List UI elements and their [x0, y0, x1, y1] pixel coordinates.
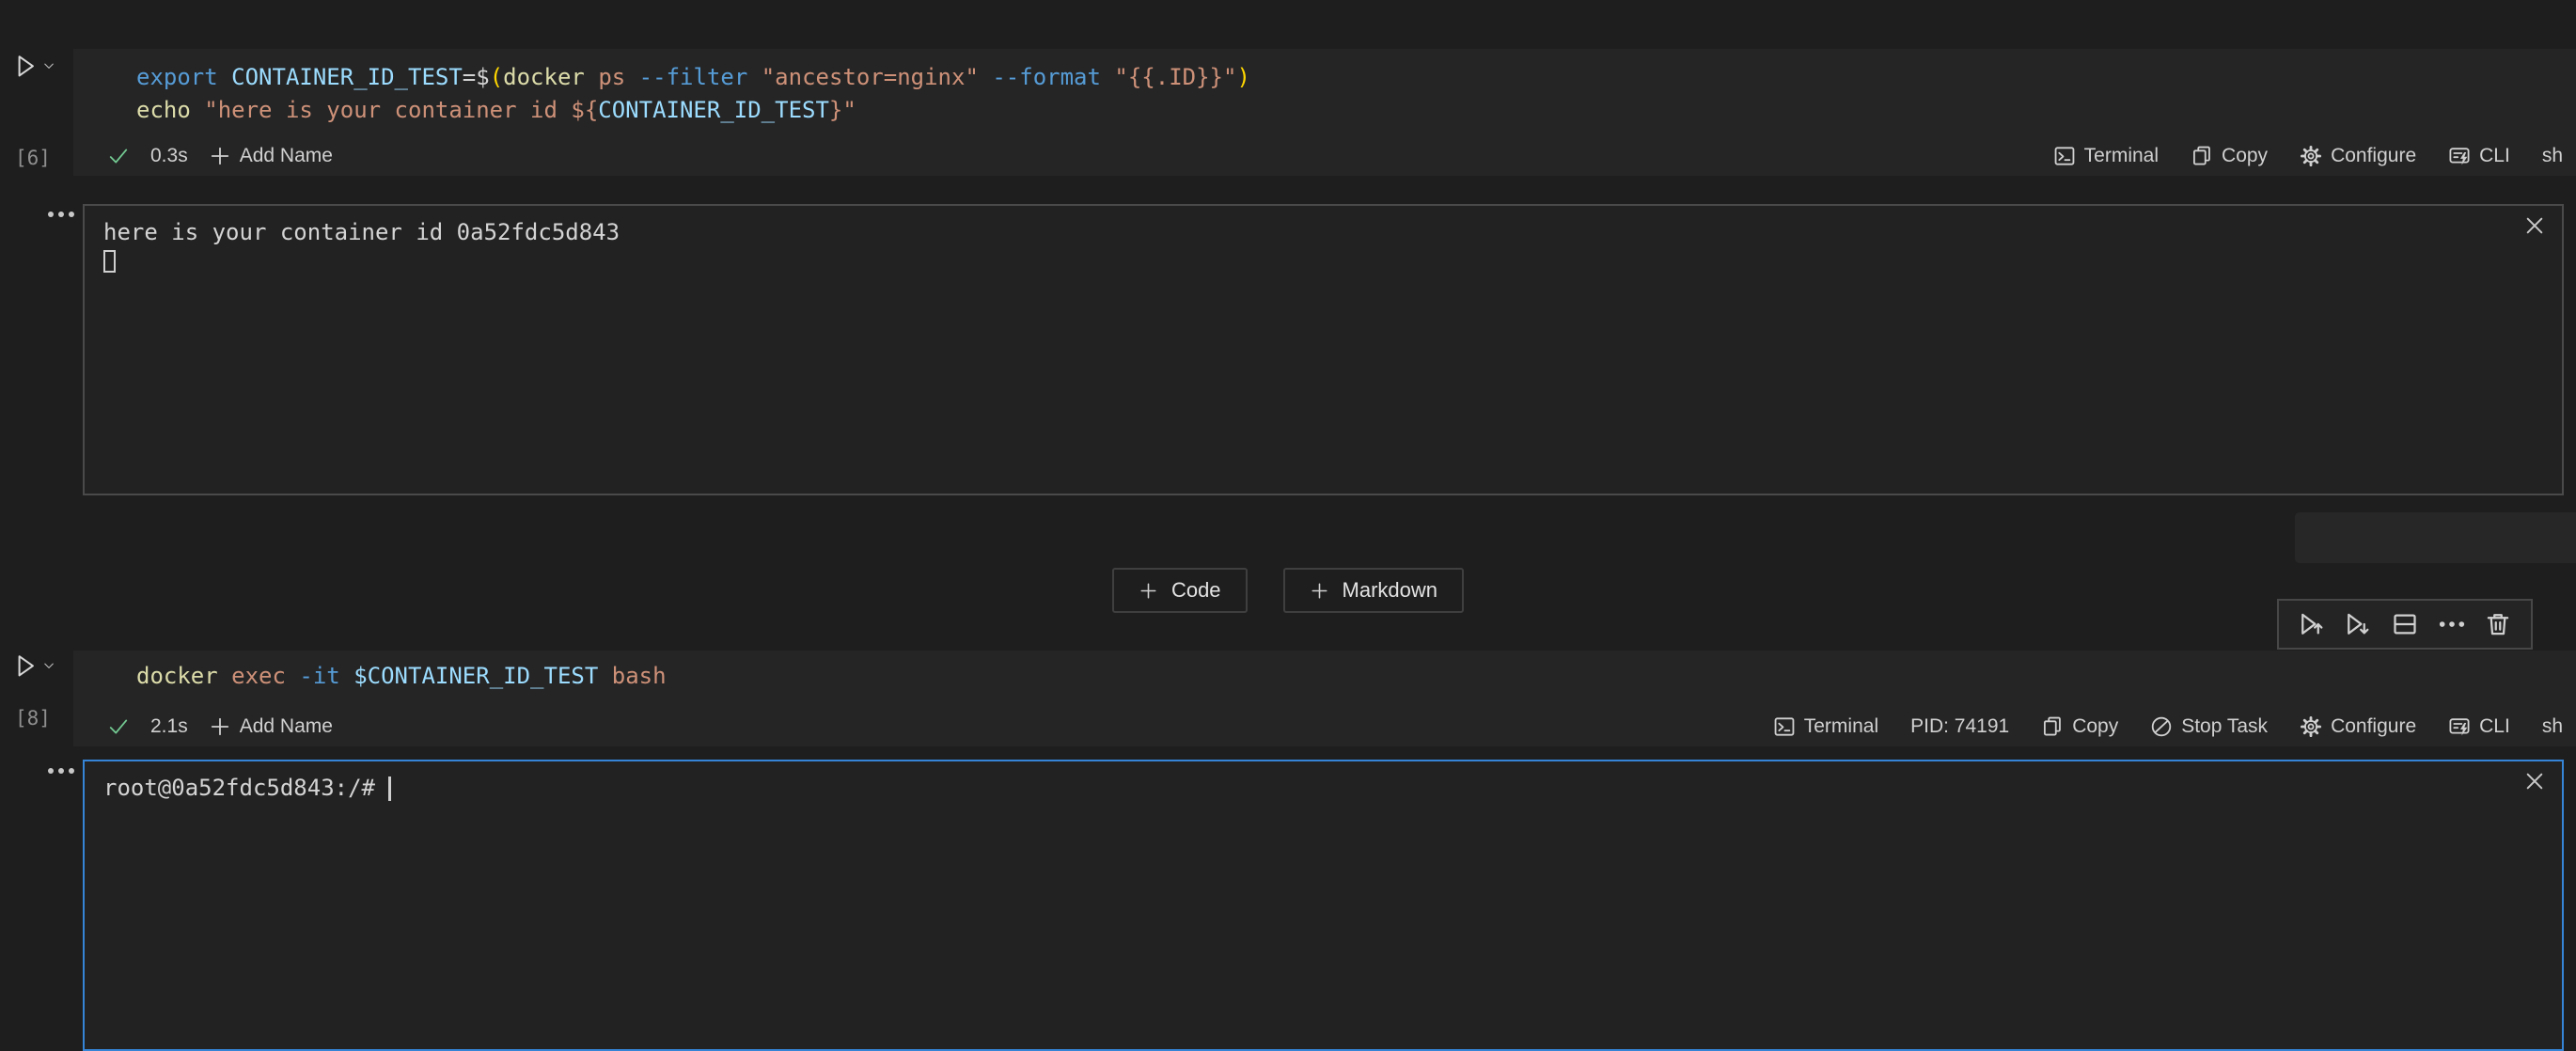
- run-cell-button[interactable]: [12, 53, 56, 78]
- cell-status-bar: 0.3s Add Name Terminal Copy Configure CLI s…: [73, 136, 2576, 176]
- copy-action[interactable]: Copy: [2041, 715, 2118, 738]
- insert-cell-bar: Code Markdown: [0, 568, 2576, 613]
- add-code-label: Code: [1171, 578, 1221, 603]
- terminal-output[interactable]: here is your container id 0a52fdc5d843: [83, 204, 2564, 495]
- success-check-icon: [107, 145, 130, 167]
- add-code-cell-button[interactable]: Code: [1112, 568, 1248, 613]
- terminal-icon: [1773, 715, 1796, 738]
- chevron-down-icon[interactable]: [42, 659, 56, 673]
- notebook-editor: { "colors": { "page_bg": "#1e1e1e", "cel…: [0, 0, 2576, 1045]
- add-name-label: Add Name: [240, 715, 333, 738]
- cell-status-bar: 2.1s Add Name Terminal PID: 74191 Copy Stop…: [73, 707, 2576, 746]
- execution-duration: 0.3s: [150, 145, 188, 167]
- terminal-action[interactable]: Terminal: [2053, 145, 2159, 167]
- plus-icon: [1310, 581, 1329, 601]
- copy-icon: [2191, 145, 2213, 167]
- gear-icon: [2300, 715, 2322, 738]
- execution-count: [8]: [15, 707, 51, 729]
- play-icon[interactable]: [12, 53, 38, 78]
- add-markdown-label: Markdown: [1343, 578, 1437, 603]
- add-name-button[interactable]: Add Name: [209, 145, 333, 167]
- terminal-icon: [2053, 145, 2076, 167]
- terminal-action[interactable]: Terminal: [1773, 715, 1878, 738]
- cli-action[interactable]: CLI: [2448, 715, 2510, 738]
- action-label: Copy: [2072, 715, 2118, 738]
- action-label: Configure: [2331, 145, 2416, 167]
- close-icon[interactable]: [2522, 769, 2547, 793]
- stop-task-action[interactable]: Stop Task: [2150, 715, 2268, 738]
- ellipsis-icon[interactable]: [2438, 610, 2466, 638]
- play-icon[interactable]: [12, 652, 38, 678]
- terminal-output-focused[interactable]: root@0a52fdc5d843:/#: [83, 760, 2564, 1051]
- action-label: PID: 74191: [1910, 715, 2009, 738]
- action-label: Terminal: [2084, 145, 2159, 167]
- cell-status-actions: Terminal Copy Configure CLI sh: [2053, 145, 2563, 167]
- hover-highlight: [2295, 512, 2576, 563]
- code-cell: export CONTAINER_ID_TEST=$(docker ps --f…: [73, 49, 2576, 176]
- code-editor[interactable]: docker exec -it $CONTAINER_ID_TEST bash: [73, 651, 2576, 707]
- split-cell-icon[interactable]: [2391, 610, 2419, 638]
- cell-status-left: 0.3s Add Name: [107, 145, 333, 167]
- add-name-button[interactable]: Add Name: [209, 715, 333, 738]
- run-cell-button[interactable]: [12, 652, 56, 678]
- cli-icon: [2448, 715, 2471, 738]
- cli-icon: [2448, 145, 2471, 167]
- plus-icon: [1139, 581, 1158, 601]
- close-icon[interactable]: [2522, 213, 2547, 238]
- stop-icon: [2150, 715, 2173, 738]
- code-line: docker exec -it $CONTAINER_ID_TEST bash: [136, 660, 2576, 693]
- action-label: Copy: [2222, 145, 2268, 167]
- code-editor[interactable]: export CONTAINER_ID_TEST=$(docker ps --f…: [73, 49, 2576, 136]
- action-label: CLI: [2479, 715, 2510, 738]
- configure-action[interactable]: Configure: [2300, 145, 2416, 167]
- cli-action[interactable]: CLI: [2448, 145, 2510, 167]
- code-line: export CONTAINER_ID_TEST=$(docker ps --f…: [136, 61, 2576, 94]
- terminal-output-text: here is your container id 0a52fdc5d843: [103, 218, 2543, 247]
- chevron-down-icon[interactable]: [42, 59, 56, 73]
- terminal-cursor: [103, 250, 116, 273]
- action-label: Stop Task: [2181, 715, 2268, 738]
- copy-icon: [2041, 715, 2064, 738]
- plus-icon: [209, 715, 231, 738]
- add-name-label: Add Name: [240, 145, 333, 167]
- gear-icon: [2300, 145, 2322, 167]
- plus-icon: [209, 145, 231, 167]
- copy-action[interactable]: Copy: [2191, 145, 2268, 167]
- action-label: CLI: [2479, 145, 2510, 167]
- configure-action[interactable]: Configure: [2300, 715, 2416, 738]
- shell-language-label[interactable]: sh: [2542, 715, 2563, 738]
- action-label: Terminal: [1804, 715, 1878, 738]
- terminal-output-text: root@0a52fdc5d843:/#: [103, 775, 388, 801]
- cell-toolbar: [2277, 599, 2533, 650]
- action-label: Configure: [2331, 715, 2416, 738]
- cell-status-left: 2.1s Add Name: [107, 715, 333, 738]
- pid-74191-action[interactable]: PID: 74191: [1910, 715, 2009, 738]
- shell-language-label[interactable]: sh: [2542, 145, 2563, 167]
- terminal-prompt-line: root@0a52fdc5d843:/#: [103, 774, 2543, 803]
- run-below-icon[interactable]: [2344, 610, 2372, 638]
- terminal-cursor: [388, 776, 391, 801]
- cell-status-actions: Terminal PID: 74191 Copy Stop Task Configure…: [1773, 715, 2563, 738]
- execution-count: [6]: [15, 147, 51, 169]
- code-line: echo "here is your container id ${CONTAI…: [136, 94, 2576, 127]
- output-menu-ellipsis[interactable]: [45, 765, 77, 776]
- execution-duration: 2.1s: [150, 715, 188, 738]
- success-check-icon: [107, 715, 130, 738]
- add-markdown-cell-button[interactable]: Markdown: [1283, 568, 1464, 613]
- trash-icon[interactable]: [2484, 610, 2512, 638]
- code-cell: docker exec -it $CONTAINER_ID_TEST bash …: [73, 651, 2576, 746]
- run-above-icon[interactable]: [2298, 610, 2326, 638]
- output-menu-ellipsis[interactable]: [45, 209, 77, 220]
